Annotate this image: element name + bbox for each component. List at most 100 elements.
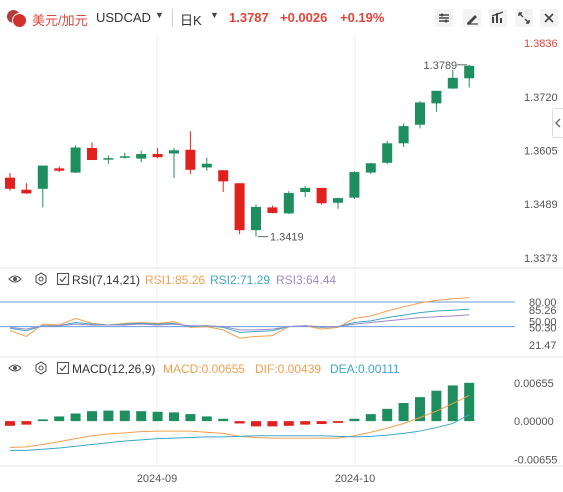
period-selector[interactable]: 日K (180, 10, 202, 29)
macd-bar (431, 390, 442, 422)
candle-body (234, 183, 245, 231)
rsi-title: RSI(7,14,21) (72, 273, 141, 287)
macd-bar (316, 421, 327, 425)
candle-body (398, 126, 409, 144)
checkbox-icon[interactable] (56, 361, 70, 375)
macd-title: MACD(12,26,9) (72, 362, 156, 376)
pair-name-cn[interactable]: 美元/加元 (32, 10, 88, 29)
fullscreen-icon[interactable] (514, 8, 534, 28)
macd-axis-label: -0.00655 (514, 454, 557, 466)
rsi-line-2 (9, 308, 470, 333)
dif-line (9, 394, 470, 448)
dif-value: DIF:0.00439 (255, 362, 322, 376)
candle-body (382, 143, 393, 163)
macd-value: MACD:0.00655 (163, 362, 246, 376)
checkbox-icon[interactable] (56, 272, 70, 286)
macd-bar (234, 421, 245, 424)
rsi-line-3 (9, 314, 470, 331)
gear-icon[interactable] (34, 272, 48, 286)
candle-body (21, 189, 32, 194)
macd-bar (87, 411, 97, 422)
draw-tool-icon[interactable] (462, 8, 482, 28)
eye-icon[interactable] (8, 272, 22, 286)
price-axis-label: 1.3836 (524, 38, 558, 50)
candle-body (119, 156, 130, 158)
last-price: 1.3787 (229, 10, 269, 25)
rsi-axis-label: 50.30 (529, 323, 557, 335)
rsi-axis-label: 85.26 (529, 305, 557, 317)
rsi-axis-label: 80.00 (529, 297, 557, 309)
candle-body (201, 163, 212, 168)
candle-body (54, 168, 65, 171)
macd-bar (5, 421, 15, 426)
macd-bar (21, 421, 32, 425)
macd-bar (218, 418, 229, 422)
price-change: +0.0026 (280, 10, 328, 25)
macd-panel (5, 382, 475, 451)
close-icon[interactable] (539, 8, 559, 28)
rsi-panel (0, 297, 515, 339)
rsi3-value: RSI3:64.44 (276, 273, 337, 287)
macd-bar (54, 416, 65, 422)
candle-body (5, 177, 15, 189)
price-axis-label: 1.3373 (524, 253, 558, 265)
high-price-label: 1.3789 (424, 60, 458, 72)
period-dropdown-icon[interactable]: ▼ (210, 10, 219, 20)
candle-body (185, 149, 196, 170)
candle-body (365, 163, 376, 173)
rsi-line-1 (9, 297, 470, 339)
indicator-settings-icon[interactable] (434, 8, 454, 28)
candle-body (267, 207, 278, 213)
pair-dropdown-icon[interactable]: ▼ (155, 10, 164, 20)
macd-bar (398, 402, 409, 422)
macd-axis-label: 0.00000 (514, 416, 554, 428)
macd-bar (251, 421, 261, 427)
candle-body (415, 102, 425, 125)
candle-body (447, 77, 458, 89)
chevron-left-icon (555, 118, 561, 128)
candle-body (169, 150, 179, 154)
macd-bar (70, 413, 81, 422)
macd-bar (300, 421, 311, 425)
side-panel-toggle[interactable] (552, 108, 563, 138)
candle-body (218, 170, 229, 182)
candle-body (152, 153, 163, 158)
candle-body (349, 172, 360, 198)
macd-bar (382, 408, 393, 422)
macd-bar (119, 410, 130, 422)
currency-flag-icon (6, 9, 27, 28)
price-axis-label: 1.3720 (524, 92, 558, 104)
candle-body (431, 90, 442, 104)
price-panel: 1.3789 1.3419 (5, 60, 475, 244)
rsi2-value: RSI2:71.29 (210, 273, 271, 287)
candle-body (70, 147, 81, 173)
macd-bar (169, 412, 179, 422)
chart-type-icon[interactable] (488, 8, 508, 28)
candle-body (87, 147, 97, 161)
low-price-label: 1.3419 (270, 232, 304, 244)
macd-bar (37, 419, 48, 422)
pair-symbol[interactable]: USDCAD (96, 10, 151, 25)
rsi-axis-label: 21.47 (529, 340, 557, 352)
macd-bar (447, 385, 458, 422)
eye-icon[interactable] (8, 361, 22, 375)
price-change-pct: +0.19% (340, 10, 385, 25)
macd-bar (464, 382, 475, 422)
candle-body (103, 158, 114, 160)
macd-bar (349, 418, 360, 422)
macd-axis-label: 0.00655 (514, 378, 554, 390)
macd-bar (267, 421, 278, 427)
candle-body (251, 206, 261, 231)
header-divider (172, 9, 173, 26)
macd-bar (201, 416, 212, 422)
gear-icon[interactable] (34, 361, 48, 375)
macd-bar (103, 410, 114, 422)
date-axis-label: 2024-10 (335, 473, 375, 485)
candle-body (464, 65, 475, 79)
date-axis-label: 2024-09 (137, 473, 177, 485)
macd-bar (333, 421, 343, 423)
price-axis-label: 1.3605 (524, 145, 558, 157)
macd-bar (136, 411, 147, 422)
dea-line (10, 414, 470, 451)
chart-header: 美元/加元 USDCAD ▼ 日K ▼ 1.3787 +0.0026 +0.19… (0, 0, 563, 36)
